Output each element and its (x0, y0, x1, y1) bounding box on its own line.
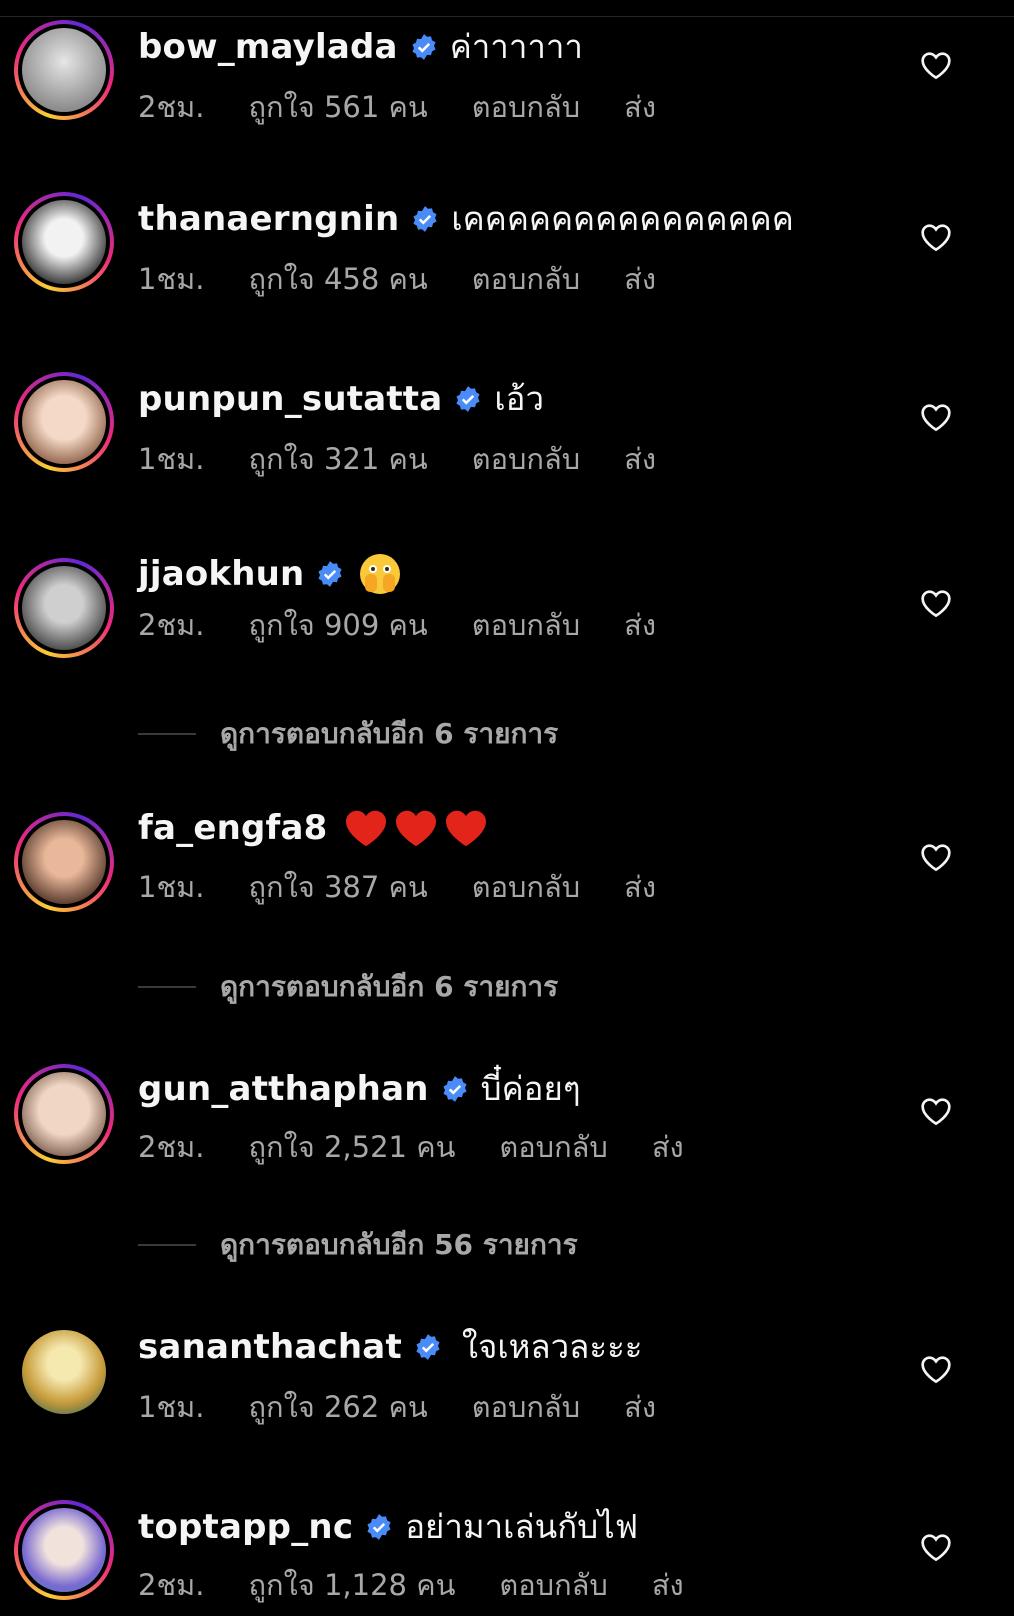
comment-item: sananthachat ใจเหลวละะะ 1ชม. ถูกใจ 262 ค… (0, 1320, 1014, 1430)
like-count[interactable]: ถูกใจ 561 คน (248, 84, 427, 130)
comment-time: 1ชม. (138, 1390, 205, 1424)
comment-item: bow_maylada ค่าาาาาา 2ชม. ถูกใจ 561 คน ต… (0, 12, 1014, 124)
verified-badge-icon (413, 205, 437, 232)
comment-time: 2ชม. (138, 90, 205, 124)
comment-time: 2ชม. (138, 1130, 205, 1164)
comment-item: jjaokhun 2ชม. ถูกใจ 909 คน ตอบกลับ ส่ง (0, 552, 1014, 662)
avatar[interactable] (14, 20, 114, 120)
comment-text: เคคคคคคคคคคคคคคค (451, 199, 794, 238)
reply-button[interactable]: ตอบกลับ (472, 864, 580, 910)
red-heart-icon (345, 810, 386, 847)
comment-item: fa_engfa8 1ชม. ถูกใจ 387 คน ตอบกลับ ส่ง (0, 808, 1014, 918)
heart-outline-icon[interactable] (920, 1354, 952, 1384)
view-replies-label: ดูการตอบกลับอีก 6 รายการ (220, 970, 559, 1003)
send-button[interactable]: ส่ง (624, 602, 656, 648)
verified-badge-icon (416, 1333, 440, 1360)
username[interactable]: gun_atthaphan (138, 1069, 429, 1109)
reply-button[interactable]: ตอบกลับ (472, 84, 580, 130)
username[interactable]: bow_maylada (138, 27, 398, 67)
comment-text: เอ้ว (494, 379, 545, 418)
reply-button[interactable]: ตอบกลับ (472, 602, 580, 648)
heart-outline-icon[interactable] (920, 1532, 952, 1562)
send-button[interactable]: ส่ง (624, 84, 656, 130)
heart-outline-icon[interactable] (920, 222, 952, 252)
send-button[interactable]: ส่ง (652, 1124, 684, 1170)
red-heart-icon (445, 810, 486, 847)
view-replies-button[interactable]: ดูการตอบกลับอีก 6 รายการ (138, 965, 558, 1009)
view-replies-label: ดูการตอบกลับอีก 56 รายการ (220, 1228, 578, 1261)
divider (138, 986, 196, 988)
reply-button[interactable]: ตอบกลับ (499, 1562, 607, 1608)
comment-item: toptapp_nc อย่ามาเล่นกับไฟ 2ชม. ถูกใจ 1,… (0, 1500, 1014, 1610)
username[interactable]: toptapp_nc (138, 1507, 353, 1547)
like-count[interactable]: ถูกใจ 1,128 คน (248, 1562, 455, 1608)
like-count[interactable]: ถูกใจ 262 คน (248, 1384, 427, 1430)
face-with-open-eyes-and-hand-over-mouth-icon (360, 554, 401, 594)
username[interactable]: punpun_sutatta (138, 379, 442, 419)
avatar[interactable] (14, 812, 114, 912)
comment-time: 1ชม. (138, 262, 205, 296)
verified-badge-icon (443, 1075, 467, 1102)
view-replies-button[interactable]: ดูการตอบกลับอีก 6 รายการ (138, 712, 558, 756)
comment-item: thanaerngnin เคคคคคคคคคคคคคคค 1ชม. ถูกใจ… (0, 192, 1014, 302)
send-button[interactable]: ส่ง (624, 1384, 656, 1430)
divider (138, 1244, 196, 1246)
like-count[interactable]: ถูกใจ 2,521 คน (248, 1124, 455, 1170)
comment-text: ใจเหลวละะะ (461, 1327, 643, 1366)
heart-outline-icon[interactable] (920, 842, 952, 872)
comment-item: gun_atthaphan บี๋ค่อยๆ 2ชม. ถูกใจ 2,521 … (0, 1062, 1014, 1172)
like-count[interactable]: ถูกใจ 321 คน (248, 436, 427, 482)
username[interactable]: thanaerngnin (138, 199, 399, 239)
verified-badge-icon (456, 385, 480, 412)
avatar[interactable] (14, 558, 114, 658)
avatar[interactable] (14, 1500, 114, 1600)
reply-button[interactable]: ตอบกลับ (499, 1124, 607, 1170)
comment-time: 2ชม. (138, 608, 205, 642)
heart-outline-icon[interactable] (920, 402, 952, 432)
view-replies-button[interactable]: ดูการตอบกลับอีก 56 รายการ (138, 1223, 578, 1267)
comment-item: punpun_sutatta เอ้ว 1ชม. ถูกใจ 321 คน ตอ… (0, 372, 1014, 482)
verified-badge-icon (318, 561, 342, 587)
comment-time: 1ชม. (138, 442, 205, 476)
verified-badge-icon (367, 1513, 391, 1540)
comment-text: ค่าาาาาา (449, 27, 583, 66)
send-button[interactable]: ส่ง (652, 1562, 684, 1608)
avatar[interactable] (14, 192, 114, 292)
send-button[interactable]: ส่ง (624, 256, 656, 302)
like-count[interactable]: ถูกใจ 458 คน (248, 256, 427, 302)
reply-button[interactable]: ตอบกลับ (472, 436, 580, 482)
reply-button[interactable]: ตอบกลับ (472, 256, 580, 302)
username[interactable]: fa_engfa8 (138, 808, 328, 848)
send-button[interactable]: ส่ง (624, 436, 656, 482)
username[interactable]: jjaokhun (138, 554, 304, 594)
avatar[interactable] (14, 372, 114, 472)
like-count[interactable]: ถูกใจ 387 คน (248, 864, 427, 910)
verified-badge-icon (412, 33, 436, 60)
comment-time: 1ชม. (138, 870, 205, 904)
avatar[interactable] (14, 1322, 114, 1422)
comment-time: 2ชม. (138, 1568, 205, 1602)
view-replies-label: ดูการตอบกลับอีก 6 รายการ (220, 717, 559, 750)
heart-outline-icon[interactable] (920, 588, 952, 618)
heart-outline-icon[interactable] (920, 50, 952, 80)
comment-text: อย่ามาเล่นกับไฟ (405, 1507, 639, 1546)
reply-button[interactable]: ตอบกลับ (472, 1384, 580, 1430)
send-button[interactable]: ส่ง (624, 864, 656, 910)
comment-text: บี๋ค่อยๆ (480, 1069, 581, 1108)
divider (138, 733, 196, 735)
avatar[interactable] (14, 1064, 114, 1164)
heart-outline-icon[interactable] (920, 1096, 952, 1126)
like-count[interactable]: ถูกใจ 909 คน (248, 602, 427, 648)
username[interactable]: sananthachat (138, 1327, 402, 1367)
red-heart-icon (395, 810, 436, 847)
